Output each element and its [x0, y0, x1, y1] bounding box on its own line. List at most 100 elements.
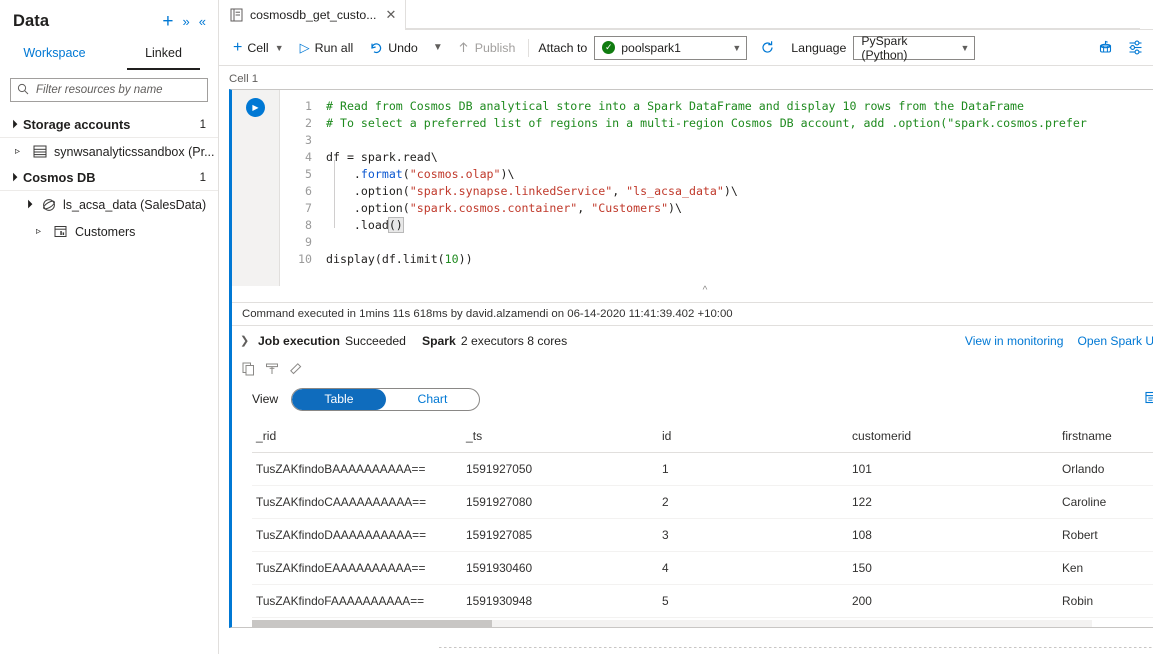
undo-icon — [369, 41, 383, 55]
document-tab-cosmosdb-get-customers[interactable]: cosmosdb_get_custo... ✕ — [219, 0, 407, 30]
copy-output-icon[interactable] — [242, 362, 255, 376]
view-option-table[interactable]: Table — [292, 388, 386, 410]
add-cell-button[interactable]: + Cell ▼ — [225, 34, 292, 62]
tab-workspace[interactable]: Workspace — [0, 40, 109, 70]
chevron-down-icon[interactable]: ▼ — [955, 43, 970, 53]
export-results-icon[interactable] — [1144, 390, 1153, 408]
table-cell: 200 — [848, 584, 1058, 618]
table-cell: 108 — [848, 518, 1058, 552]
chevron-up-icon[interactable]: ^ — [703, 285, 708, 296]
table-cell: Ken — [1058, 551, 1153, 585]
tree-group-label: Storage accounts — [23, 117, 131, 132]
open-spark-ui-link[interactable]: Open Spark UI ⧉ — [1077, 334, 1153, 348]
chevron-right-icon[interactable] — [15, 146, 27, 157]
tree-item-linked-service[interactable]: ls_acsa_data (SalesData) — [0, 191, 218, 218]
code-line-number: 10 — [298, 252, 312, 266]
cell-collapse-row: ^ — [232, 285, 1153, 302]
undo-dropdown-button[interactable]: ▼ — [426, 34, 449, 62]
undo-button[interactable]: Undo — [361, 34, 426, 62]
job-execution-label: Job execution — [258, 333, 340, 348]
tree-group-cosmos-db[interactable]: Cosmos DB 1 — [0, 165, 218, 191]
table-cell: 4 — [658, 551, 848, 585]
tab-linked[interactable]: Linked — [109, 40, 218, 70]
add-icon[interactable]: + — [162, 12, 173, 31]
notebook-settings-icon[interactable] — [1121, 34, 1149, 62]
results-column-header[interactable]: _rid — [252, 419, 462, 453]
results-column-header[interactable]: firstname — [1058, 419, 1153, 453]
code-line-text: # To select a preferred list of regions … — [326, 116, 1087, 130]
code-line-number: 9 — [305, 235, 312, 249]
chevron-right-icon[interactable]: ❯ — [240, 334, 258, 347]
clear-output-icon[interactable] — [289, 362, 303, 376]
chevron-down-icon[interactable] — [9, 120, 21, 129]
table-row[interactable]: TusZAKfindoCAAAAAAAAAA== 1591927080 2 122 Ca… — [252, 485, 1153, 519]
results-column-header[interactable]: _ts — [462, 419, 658, 453]
table-cell: Orlando — [1058, 452, 1153, 486]
chevron-down-icon[interactable]: ▼ — [433, 42, 443, 53]
table-cell: 3 — [658, 518, 848, 552]
view-option-chart[interactable]: Chart — [386, 389, 480, 410]
view-spark-monitoring-icon[interactable] — [1091, 34, 1119, 62]
results-column-header[interactable]: id — [658, 419, 848, 453]
table-cell: 122 — [848, 485, 1058, 519]
chevron-down-icon[interactable] — [24, 200, 36, 209]
spark-label: Spark — [421, 333, 456, 348]
code-line-number: 3 — [305, 133, 312, 147]
code-editor[interactable]: ··· 1# Read from Cosmos DB analytical st… — [280, 90, 1153, 286]
document-tab-label: cosmosdb_get_custo... — [250, 8, 377, 22]
chevron-right-icon[interactable] — [36, 226, 48, 237]
table-cell: TusZAKfindoCAAAAAAAAAA== — [252, 485, 462, 519]
publish-icon — [457, 41, 470, 55]
tree-item-label: ls_acsa_data (SalesData) — [63, 197, 207, 212]
tree-group-count: 1 — [199, 171, 206, 184]
result-view-switcher-row: View Table Chart — [232, 379, 1153, 419]
code-line-text: display(df.limit(10)) — [326, 252, 473, 266]
close-icon[interactable]: ✕ — [385, 7, 396, 23]
code-lines[interactable]: 1 # Read from Cosmos DB analytical store … — [280, 98, 1153, 268]
view-toggle[interactable]: Table Chart — [291, 387, 481, 411]
table-cell: 1591930460 — [462, 551, 658, 585]
cosmos-db-icon — [41, 197, 57, 213]
tabstrip-more-icon[interactable]: ··· — [1140, 0, 1153, 29]
results-horizontal-scrollbar[interactable] — [252, 620, 1092, 627]
tree-item-container-customers[interactable]: Customers — [0, 218, 218, 245]
chevron-down-icon[interactable] — [9, 173, 21, 182]
chevron-down-icon[interactable]: ▼ — [718, 43, 741, 53]
tree-group-storage-accounts[interactable]: Storage accounts 1 — [0, 112, 218, 138]
table-row[interactable]: TusZAKfindoFAAAAAAAAAA== 1591930948 5 200 Ro… — [252, 584, 1153, 618]
table-cell: 150 — [848, 551, 1058, 585]
search-input[interactable] — [34, 83, 201, 97]
filter-box[interactable] — [10, 78, 208, 102]
data-sidebar: Data + » « Workspace Linked Storage acco — [0, 0, 219, 654]
table-cell: 1591927080 — [462, 485, 658, 519]
code-line: 5 .format("cosmos.olap")\ — [280, 166, 1153, 183]
code-line-text: .option("spark.cosmos.container", "Custo… — [326, 201, 683, 215]
filter-output-icon[interactable] — [265, 362, 279, 376]
publish-label: Publish — [474, 40, 516, 55]
spark-pool-select[interactable]: ✓ poolspark1 ▼ — [594, 35, 748, 60]
more-actions-chevron-icon[interactable]: » — [183, 15, 190, 28]
play-icon: ▷ — [299, 39, 310, 55]
execution-status-text: Command executed in 1mins 11s 618ms by d… — [232, 302, 1153, 325]
tree-item-storage-account[interactable]: synwsanalyticssandbox (Pr... — [0, 138, 218, 165]
run-cell-button[interactable]: ▶ — [246, 98, 265, 117]
code-line-number: 6 — [305, 184, 312, 198]
table-row[interactable]: TusZAKfindoEAAAAAAAAAA== 1591930460 4 150 Ke… — [252, 551, 1153, 585]
collapse-panel-icon[interactable]: « — [199, 15, 206, 28]
notebook-canvas: Cell 1 ▶ ··· 1# Read from Cosmos DB anal… — [219, 66, 1153, 654]
results-column-header[interactable]: customerid — [848, 419, 1058, 453]
attach-to-label: Attach to — [538, 40, 588, 55]
language-label: Language — [791, 40, 847, 55]
table-row[interactable]: TusZAKfindoDAAAAAAAAAA== 1591927085 3 108 Ro… — [252, 518, 1153, 552]
run-all-button[interactable]: ▷ Run all — [292, 34, 362, 62]
chevron-down-icon[interactable]: ▼ — [275, 43, 284, 53]
language-select[interactable]: PySpark (Python) ▼ — [853, 34, 976, 62]
view-in-monitoring-link[interactable]: View in monitoring — [965, 334, 1064, 348]
table-row[interactable]: TusZAKfindoBAAAAAAAAAA== 1591927050 1 101 Or… — [252, 452, 1153, 486]
notebook-cell: ▶ ··· 1# Read from Cosmos DB analytical … — [229, 89, 1153, 628]
publish-button[interactable]: Publish — [449, 34, 524, 62]
code-line: 4 df = spark.read\ — [280, 149, 1153, 166]
code-line: 7 .option("spark.cosmos.container", "Cus… — [280, 200, 1153, 217]
refresh-session-button[interactable] — [753, 34, 781, 62]
